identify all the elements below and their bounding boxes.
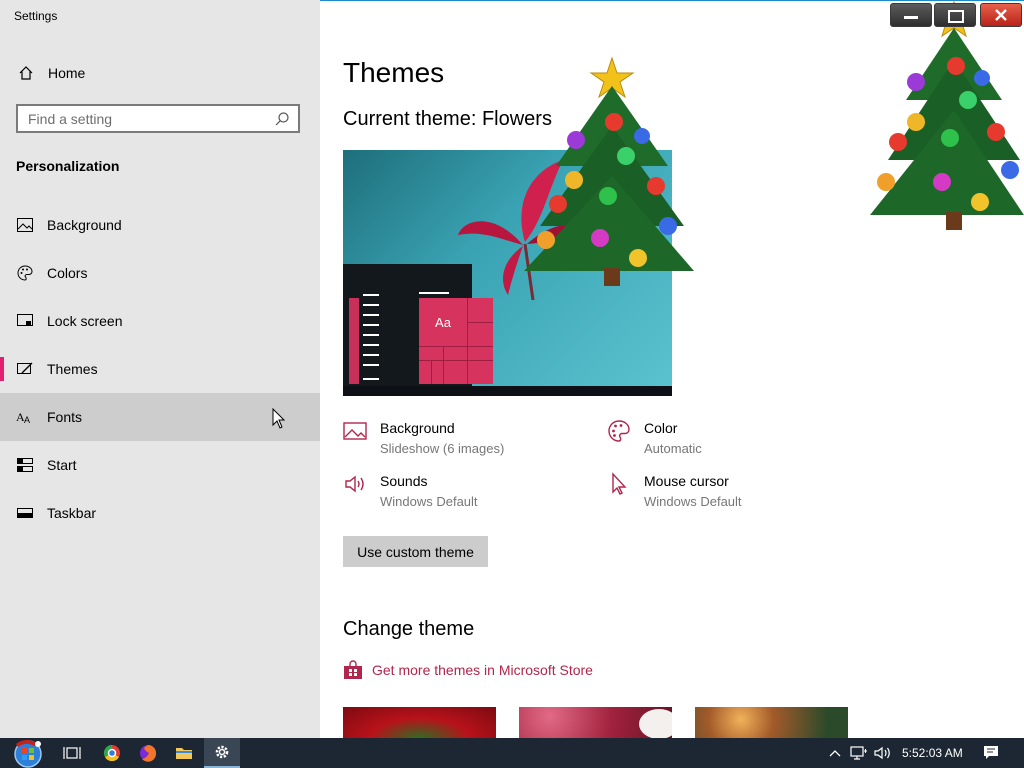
sidebar-item-label: Taskbar [47,505,97,521]
christmas-tree-icon [870,0,1024,230]
close-icon [995,9,1007,21]
start-orb-icon[interactable] [8,738,48,768]
preview-tile-text: Aa [435,314,451,330]
app-title: Settings [14,9,58,23]
minimize-button[interactable] [890,3,932,27]
sidebar-item-label: Colors [47,265,88,281]
file-explorer-icon[interactable] [168,738,200,768]
property-value: Windows Default [380,494,478,509]
sidebar-item-label: Themes [47,361,98,377]
home-label: Home [48,65,86,81]
property-mouse-cursor[interactable]: Mouse cursor Windows Default [607,472,742,509]
home-link[interactable]: Home [0,58,320,88]
property-value: Slideshow (6 images) [380,441,505,456]
taskbar-clock[interactable]: 5:52:03 AM [902,746,963,760]
svg-text:A: A [24,415,30,424]
fonts-icon: AA [16,408,34,426]
search-input[interactable]: Find a setting [16,104,300,133]
chevron-up-icon[interactable] [826,738,844,768]
theme-thumbnail-2[interactable] [519,707,672,738]
sidebar: Settings Home Find a setting Personaliza… [0,0,320,738]
lock-screen-icon [16,312,34,330]
taskbar: 5:52:03 AM [0,738,1024,768]
current-theme-label: Current theme: [343,108,477,130]
property-label: Sounds [380,473,428,489]
network-icon[interactable] [849,738,869,768]
sidebar-item-label: Start [47,457,77,473]
palette-icon [608,420,630,442]
property-label: Background [380,420,455,436]
property-label: Mouse cursor [644,473,729,489]
firefox-icon[interactable] [132,738,164,768]
property-color[interactable]: Color Automatic [607,420,702,456]
section-title: Personalization [16,158,120,174]
minimize-icon [904,16,918,19]
use-custom-theme-button[interactable]: Use custom theme [343,536,488,567]
task-view-icon[interactable] [56,738,88,768]
sidebar-item-taskbar[interactable]: Taskbar [0,489,320,537]
theme-thumbnail-1[interactable] [343,707,496,738]
change-theme-heading: Change theme [343,618,475,640]
picture-icon [343,422,367,440]
start-icon [16,456,34,474]
sidebar-item-lock-screen[interactable]: Lock screen [0,297,320,345]
christmas-tree-icon [524,56,694,286]
taskbar-icon [16,504,34,522]
sidebar-item-themes[interactable]: Themes [0,345,320,393]
theme-thumbnail-3[interactable] [695,707,848,738]
sidebar-item-label: Background [47,217,122,233]
maximize-icon [948,10,964,23]
close-button[interactable] [980,3,1022,27]
sidebar-item-colors[interactable]: Colors [0,249,320,297]
cursor-icon [612,472,627,495]
action-center-icon[interactable] [980,738,1002,768]
volume-icon[interactable] [873,738,893,768]
maximize-button[interactable] [934,3,976,27]
property-label: Color [644,420,678,436]
chrome-icon[interactable] [96,738,128,768]
sidebar-item-label: Fonts [47,409,83,425]
palette-icon [16,264,34,282]
property-background[interactable]: Background Slideshow (6 images) [343,420,504,456]
selection-indicator [0,357,4,381]
property-value: Windows Default [644,494,742,509]
search-icon [275,111,289,125]
store-link-label: Get more themes in Microsoft Store [372,662,593,678]
preview-taskbar [343,386,672,396]
themes-icon [16,360,34,378]
property-sounds[interactable]: Sounds Windows Default [343,473,478,509]
property-value: Automatic [644,441,702,456]
store-icon [344,660,362,679]
settings-gear-icon[interactable] [204,738,240,768]
picture-icon [16,216,34,234]
store-link[interactable]: Get more themes in Microsoft Store [343,660,593,680]
search-placeholder: Find a setting [28,110,113,127]
mouse-pointer [272,408,286,429]
sidebar-item-background[interactable]: Background [0,201,320,249]
home-icon [18,65,34,81]
sidebar-item-start[interactable]: Start [0,441,320,489]
speaker-icon [345,475,364,493]
sidebar-item-label: Lock screen [47,313,123,329]
page-title: Themes [343,57,445,88]
